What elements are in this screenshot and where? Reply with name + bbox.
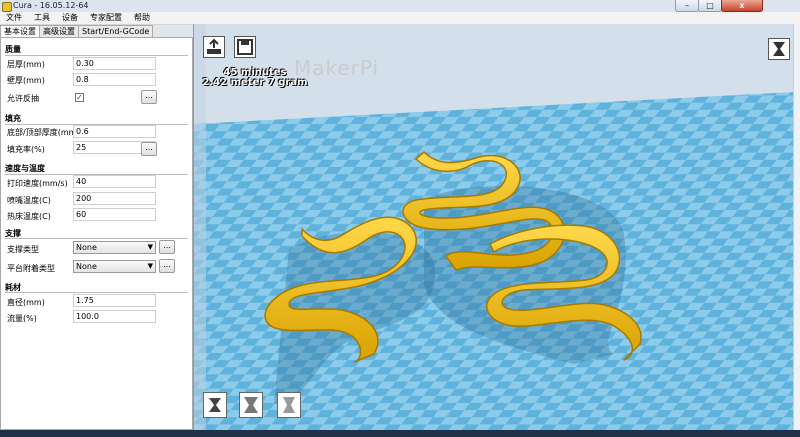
adhesion-type-value: None: [76, 262, 97, 271]
bottom-top-thickness-label: 底部/顶部厚度(mm): [7, 128, 80, 137]
menu-file[interactable]: 文件: [0, 12, 28, 24]
support-more-button[interactable]: ...: [159, 240, 175, 254]
nozzle-temp-input[interactable]: 200: [73, 192, 156, 205]
save-gcode-button[interactable]: [234, 36, 256, 58]
view-mode-button[interactable]: [768, 38, 790, 60]
taskbar: [0, 430, 800, 437]
retraction-checkbox[interactable]: ✓: [75, 93, 84, 102]
maximize-button[interactable]: □: [698, 0, 722, 12]
bed-temp-label: 热床温度(C): [7, 212, 51, 221]
settings-panel: 质量 层厚(mm) 0.30 壁厚(mm) 0.8 允许反抽 ✓ ... 填充 …: [0, 37, 193, 430]
rotate-icon: [209, 398, 221, 412]
minimize-button[interactable]: –: [675, 0, 699, 12]
flow-input[interactable]: 100.0: [73, 310, 156, 323]
section-speed-title: 速度与温度: [5, 164, 45, 173]
load-model-button[interactable]: [203, 36, 225, 58]
layer-height-label: 层厚(mm): [7, 60, 45, 69]
divider: [5, 55, 188, 56]
scale-icon: [244, 397, 258, 413]
divider: [5, 292, 188, 293]
menu-tools[interactable]: 工具: [28, 12, 56, 24]
shell-thickness-input[interactable]: 0.8: [73, 73, 156, 86]
layer-height-input[interactable]: 0.30: [73, 57, 156, 70]
diameter-label: 直径(mm): [7, 298, 45, 307]
mirror-icon: [283, 397, 295, 413]
app-icon: [2, 2, 12, 12]
menu-machine[interactable]: 设备: [56, 12, 84, 24]
close-button[interactable]: x: [721, 0, 763, 12]
support-type-select[interactable]: None ▼: [73, 241, 156, 254]
fill-more-button[interactable]: ...: [141, 142, 157, 156]
support-type-value: None: [76, 243, 97, 252]
tab-gcode[interactable]: Start/End-GCode: [78, 25, 154, 37]
tab-advanced[interactable]: 高级设置: [39, 25, 79, 37]
adhesion-more-button[interactable]: ...: [159, 259, 175, 273]
scale-button[interactable]: [239, 392, 263, 418]
window-title: Cura - 16.05.12-64: [13, 1, 89, 10]
bottom-top-thickness-input[interactable]: 0.6: [73, 125, 156, 138]
mirror-button[interactable]: [277, 392, 301, 418]
section-quality-title: 质量: [5, 45, 21, 54]
print-speed-input[interactable]: 40: [73, 175, 156, 188]
print-speed-label: 打印速度(mm/s): [7, 179, 68, 188]
retraction-more-button[interactable]: ...: [141, 90, 157, 104]
load-icon: [207, 38, 221, 54]
menu-help[interactable]: 帮助: [128, 12, 156, 24]
chevron-down-icon: ▼: [147, 262, 153, 270]
view-mode-icon: [773, 42, 785, 56]
bed-temp-input[interactable]: 60: [73, 208, 156, 221]
settings-tabs: 基本设置 高级设置 Start/End-GCode: [0, 25, 154, 38]
support-type-label: 支撑类型: [7, 245, 39, 254]
fill-density-label: 填充率(%): [7, 145, 45, 154]
adhesion-type-select[interactable]: None ▼: [73, 260, 156, 273]
material-usage: 2.42 meter 7 gram: [202, 77, 308, 88]
retraction-label: 允许反抽: [7, 94, 39, 103]
flow-label: 流量(%): [7, 314, 37, 323]
3d-viewport[interactable]: MakerPi 45 minutes 2.42 meter 7 gram: [193, 24, 794, 430]
diameter-input[interactable]: 1.75: [73, 294, 156, 307]
section-fill-title: 填充: [5, 114, 21, 123]
shell-thickness-label: 壁厚(mm): [7, 76, 45, 85]
adhesion-type-label: 平台附着类型: [7, 264, 55, 273]
chevron-down-icon: ▼: [147, 243, 153, 251]
vertical-scrollbar[interactable]: [793, 24, 800, 430]
menu-expert[interactable]: 专家配置: [84, 12, 128, 24]
nozzle-temp-label: 喷嘴温度(C): [7, 196, 51, 205]
rotate-button[interactable]: [203, 392, 227, 418]
divider: [5, 238, 188, 239]
save-icon: [237, 39, 253, 55]
